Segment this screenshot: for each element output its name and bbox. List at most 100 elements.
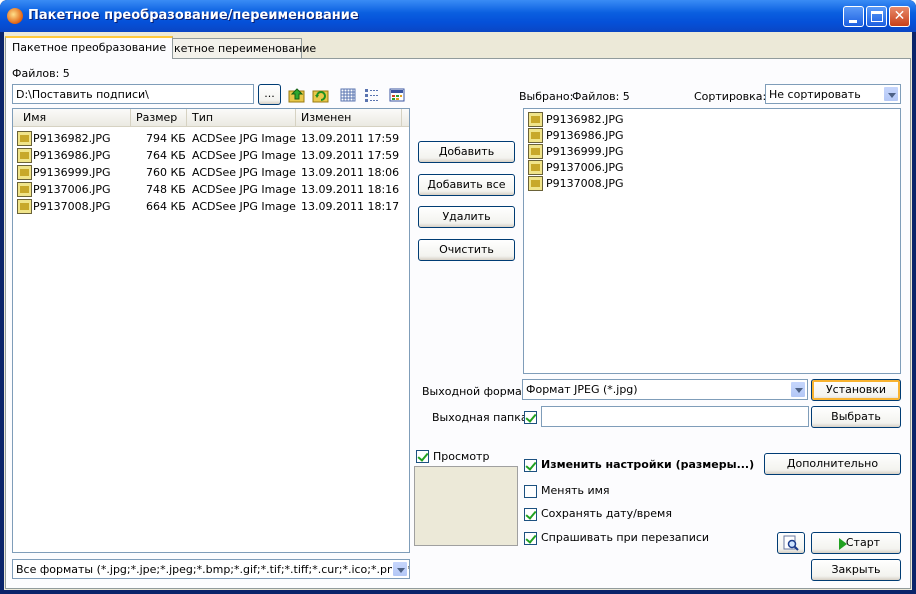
file-list-header: Имя Размер Тип Изменен bbox=[13, 109, 409, 127]
row-type: ACDSee JPG Image bbox=[192, 166, 296, 179]
tab-batch-rename[interactable]: Пакетное переименование bbox=[152, 38, 316, 58]
window-title: Пакетное преобразование/переименование bbox=[28, 8, 359, 23]
row-size: 794 КБ bbox=[146, 132, 186, 145]
table-row[interactable]: P9137006.JPG 748 КБ ACDSee JPG Image 13.… bbox=[13, 181, 409, 198]
path-input[interactable]: D:\Поставить подписи\ bbox=[12, 84, 254, 104]
chevron-down-icon[interactable] bbox=[883, 86, 899, 102]
list-item-label: P9137008.JPG bbox=[546, 177, 624, 190]
list-item[interactable]: P9136986.JPG bbox=[524, 127, 900, 144]
table-row[interactable]: P9136999.JPG 760 КБ ACDSee JPG Image 13.… bbox=[13, 164, 409, 181]
chevron-down-icon[interactable] bbox=[392, 561, 408, 577]
row-type: ACDSee JPG Image bbox=[192, 183, 296, 196]
chevron-down-icon[interactable] bbox=[790, 381, 806, 398]
column-header-type[interactable]: Тип bbox=[187, 109, 296, 127]
choose-folder-button[interactable]: Выбрать bbox=[811, 406, 901, 428]
ask-overwrite-label: Спрашивать при перезаписи bbox=[541, 531, 710, 544]
large-icons-view-icon[interactable] bbox=[339, 86, 357, 104]
row-name: P9136986.JPG bbox=[33, 149, 111, 162]
output-format-select[interactable]: Формат JPEG (*.jpg) bbox=[522, 379, 808, 400]
preview-checkbox[interactable] bbox=[416, 450, 429, 463]
column-header-modified[interactable]: Изменен bbox=[296, 109, 402, 127]
thumbnails-view-icon[interactable] bbox=[388, 86, 406, 104]
sort-value: Не сортировать bbox=[769, 88, 861, 101]
format-filter-select[interactable]: Все форматы (*.jpg;*.jpe;*.jpeg;*.bmp;*.… bbox=[12, 559, 410, 579]
refresh-icon[interactable] bbox=[312, 86, 330, 104]
table-row[interactable]: P9136986.JPG 764 КБ ACDSee JPG Image 13.… bbox=[13, 147, 409, 164]
app-icon bbox=[7, 8, 23, 24]
column-header-size[interactable]: Размер bbox=[131, 109, 187, 127]
clear-button[interactable]: Очистить bbox=[418, 239, 515, 261]
jpg-file-icon bbox=[528, 112, 543, 127]
browse-button[interactable]: ... bbox=[258, 84, 281, 105]
output-folder-checkbox[interactable] bbox=[524, 411, 537, 424]
add-all-button[interactable]: Добавить все bbox=[418, 174, 515, 196]
resize-checkbox[interactable] bbox=[524, 459, 537, 472]
selected-file-list[interactable]: P9136982.JPG P9136986.JPG P9136999.JPG P… bbox=[523, 108, 901, 374]
advanced-button[interactable]: Дополнительно bbox=[764, 453, 901, 475]
play-icon bbox=[839, 538, 847, 550]
row-modified: 13.09.2011 18:17 bbox=[301, 200, 400, 213]
add-button[interactable]: Добавить bbox=[418, 141, 515, 163]
row-type: ACDSee JPG Image bbox=[192, 200, 296, 213]
output-folder-label: Выходная папка: bbox=[432, 411, 532, 424]
row-name: P9137006.JPG bbox=[33, 183, 111, 196]
settings-button[interactable]: Установки bbox=[811, 379, 901, 401]
title-bar[interactable]: Пакетное преобразование/переименование ✕ bbox=[0, 0, 916, 32]
preview-zoom-button[interactable] bbox=[777, 532, 805, 554]
maximize-icon bbox=[871, 11, 883, 22]
close-window-button[interactable]: ✕ bbox=[889, 6, 910, 27]
jpg-file-icon bbox=[17, 199, 32, 214]
keep-datetime-label: Сохранять дату/время bbox=[541, 507, 672, 520]
list-item-label: P9136986.JPG bbox=[546, 129, 624, 142]
list-item[interactable]: P9136999.JPG bbox=[524, 143, 900, 160]
row-size: 760 КБ bbox=[146, 166, 186, 179]
file-list[interactable]: Имя Размер Тип Изменен P9136982.JPG 794 … bbox=[12, 108, 410, 553]
close-icon: ✕ bbox=[893, 8, 906, 24]
output-format-label: Выходной формат: bbox=[422, 385, 532, 398]
list-item-label: P9136999.JPG bbox=[546, 145, 624, 158]
list-item[interactable]: P9136982.JPG bbox=[524, 111, 900, 128]
row-type: ACDSee JPG Image bbox=[192, 132, 296, 145]
jpg-file-icon bbox=[528, 128, 543, 143]
keep-datetime-checkbox[interactable] bbox=[524, 508, 537, 521]
ask-overwrite-checkbox[interactable] bbox=[524, 532, 537, 545]
row-modified: 13.09.2011 17:59 bbox=[301, 132, 400, 145]
row-size: 664 КБ bbox=[146, 200, 186, 213]
table-row[interactable]: P9136982.JPG 794 КБ ACDSee JPG Image 13.… bbox=[13, 130, 409, 147]
list-item-label: P9136982.JPG bbox=[546, 113, 624, 126]
table-row[interactable]: P9137008.JPG 664 КБ ACDSee JPG Image 13.… bbox=[13, 198, 409, 215]
resize-label: Изменить настройки (размеры...) bbox=[541, 458, 755, 471]
jpg-file-icon bbox=[17, 165, 32, 180]
close-button[interactable]: Закрыть bbox=[811, 559, 901, 581]
preview-box bbox=[414, 466, 518, 546]
app-window: Пакетное преобразование/переименование ✕… bbox=[0, 0, 916, 594]
list-item[interactable]: P9137006.JPG bbox=[524, 159, 900, 176]
rename-label: Менять имя bbox=[541, 484, 610, 497]
list-item-label: P9137006.JPG bbox=[546, 161, 624, 174]
list-item[interactable]: P9137008.JPG bbox=[524, 175, 900, 192]
selected-label: Выбрано: bbox=[519, 90, 574, 103]
row-modified: 13.09.2011 18:06 bbox=[301, 166, 400, 179]
row-name: P9137008.JPG bbox=[33, 200, 111, 213]
rename-checkbox[interactable] bbox=[524, 485, 537, 498]
jpg-file-icon bbox=[17, 182, 32, 197]
tab-batch-convert[interactable]: Пакетное преобразование bbox=[5, 36, 174, 59]
minimize-button[interactable] bbox=[843, 6, 864, 27]
row-size: 764 КБ bbox=[146, 149, 186, 162]
preview-label: Просмотр bbox=[433, 450, 490, 463]
folder-up-icon[interactable] bbox=[288, 86, 306, 104]
row-type: ACDSee JPG Image bbox=[192, 149, 296, 162]
start-label: Старт bbox=[845, 536, 881, 549]
files-count-label: Файлов: 5 bbox=[12, 67, 70, 80]
details-view-icon[interactable] bbox=[363, 86, 381, 104]
row-modified: 13.09.2011 18:16 bbox=[301, 183, 400, 196]
remove-button[interactable]: Удалить bbox=[418, 206, 515, 228]
sort-select[interactable]: Не сортировать bbox=[765, 84, 901, 104]
format-filter-value: Все форматы (*.jpg;*.jpe;*.jpeg;*.bmp;*.… bbox=[16, 563, 410, 576]
output-folder-input[interactable] bbox=[541, 406, 809, 427]
start-button[interactable]: Старт bbox=[811, 532, 901, 554]
maximize-button[interactable] bbox=[866, 6, 887, 27]
jpg-file-icon bbox=[17, 131, 32, 146]
client-area: Пакетное преобразование Пакетное переиме… bbox=[4, 32, 912, 590]
column-header-name[interactable]: Имя bbox=[13, 109, 131, 127]
